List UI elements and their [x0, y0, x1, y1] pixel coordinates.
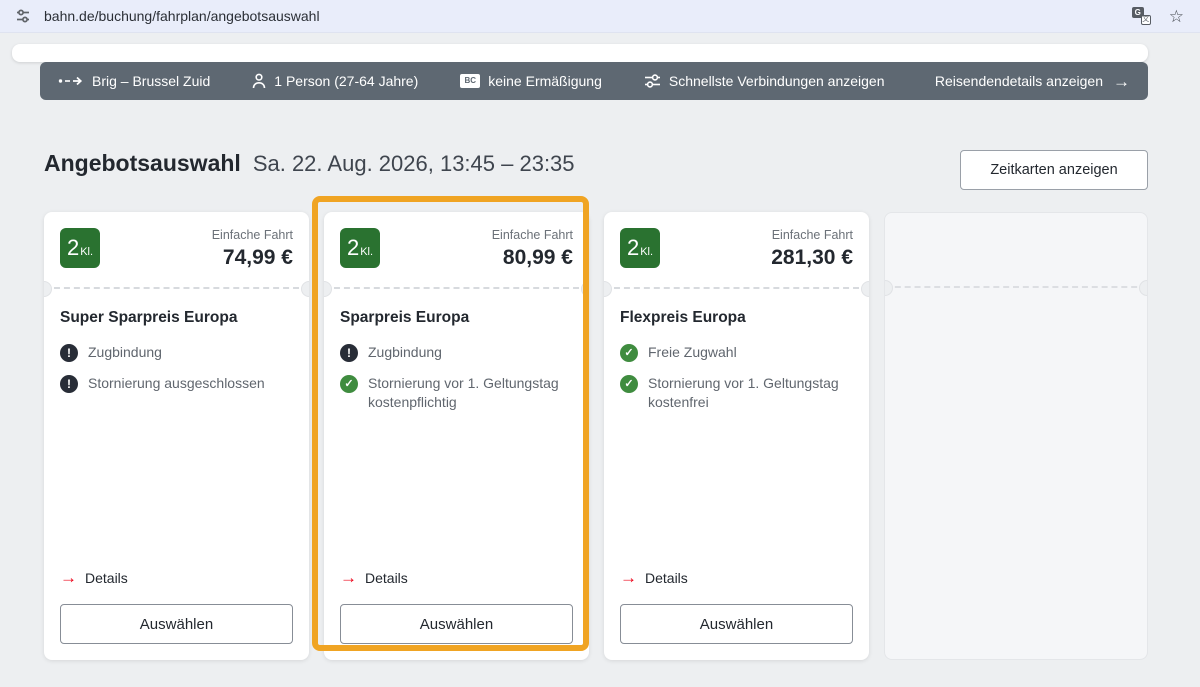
translate-icon[interactable]: G 文: [1132, 7, 1151, 25]
trip-fastest-connections[interactable]: Schnellste Verbindungen anzeigen: [644, 73, 885, 89]
check-icon: ✓: [340, 375, 358, 393]
site-settings-icon[interactable]: [14, 7, 32, 25]
offer-name: Super Sparpreis Europa: [60, 309, 293, 327]
bahncard-icon: BC: [460, 74, 480, 88]
ticket-perforation-divider: [885, 286, 1147, 288]
details-link[interactable]: → Details: [604, 569, 869, 604]
page-title: Angebotsauswahl: [44, 150, 241, 177]
trip-passengers-label: 1 Person (27-64 Jahre): [274, 73, 418, 89]
offer-card-super-sparpreis: 2 Kl. Einfache Fahrt 74,99 € Super Sparp…: [44, 212, 309, 660]
exclamation-icon: !: [340, 344, 358, 362]
ticket-perforation-divider: [604, 287, 869, 289]
season-tickets-button[interactable]: Zeitkarten anzeigen: [960, 150, 1148, 190]
arrow-right-icon: →: [340, 569, 357, 586]
fare-info: Einfache Fahrt 74,99 €: [212, 228, 293, 287]
exclamation-icon: !: [60, 344, 78, 362]
browser-url-bar[interactable]: bahn.de/buchung/fahrplan/angebotsauswahl…: [0, 0, 1200, 33]
trip-type-label: Einfache Fahrt: [771, 228, 853, 242]
card-header: 2 Kl. Einfache Fahrt 74,99 €: [44, 212, 309, 287]
card-header: 2 Kl. Einfache Fahrt 281,30 €: [604, 212, 869, 287]
card-body: Super Sparpreis Europa ! Zugbindung ! St…: [44, 289, 309, 569]
feature-text: Zugbindung: [88, 343, 162, 362]
offer-name: Sparpreis Europa: [340, 309, 573, 327]
card-body: Flexpreis Europa ✓ Freie Zugwahl ✓ Storn…: [604, 289, 869, 569]
offer-feature: ! Zugbindung: [60, 343, 293, 362]
offer-feature: ✓ Freie Zugwahl: [620, 343, 853, 362]
feature-text: Stornierung vor 1. Geltungstag kostenfre…: [648, 374, 853, 412]
offer-feature: ! Stornierung ausgeschlossen: [60, 374, 293, 393]
class-number: 2: [67, 237, 79, 259]
offer-price: 281,30 €: [771, 246, 853, 270]
arrow-right-icon: →: [60, 569, 77, 586]
card-header: 2 Kl. Einfache Fahrt 80,99 €: [324, 212, 589, 287]
class-suffix: Kl.: [80, 238, 93, 258]
offer-price: 74,99 €: [212, 246, 293, 270]
fare-info: Einfache Fahrt 281,30 €: [771, 228, 853, 287]
class-suffix: Kl.: [640, 238, 653, 258]
select-offer-button[interactable]: Auswählen: [620, 604, 853, 644]
translate-icon-char: 文: [1141, 15, 1151, 25]
ticket-perforation-divider: [44, 287, 309, 289]
feature-text: Stornierung ausgeschlossen: [88, 374, 265, 393]
class-number: 2: [627, 237, 639, 259]
trip-type-label: Einfache Fahrt: [212, 228, 293, 242]
arrow-right-icon: →: [620, 569, 637, 586]
sliders-icon: [644, 74, 661, 88]
card-body: Sparpreis Europa ! Zugbindung ✓ Stornier…: [324, 289, 589, 569]
journey-route-icon: [58, 75, 84, 87]
traveler-details-label: Reisendendetails anzeigen: [935, 73, 1103, 89]
offer-feature: ! Zugbindung: [340, 343, 573, 362]
class-suffix: Kl.: [360, 238, 373, 258]
details-label: Details: [85, 570, 128, 586]
details-label: Details: [645, 570, 688, 586]
details-link[interactable]: → Details: [324, 569, 589, 604]
class-badge: 2 Kl.: [620, 228, 660, 268]
trip-discount-label: keine Ermäßigung: [488, 73, 602, 89]
trip-discount[interactable]: BC keine Ermäßigung: [460, 73, 602, 89]
offer-price: 80,99 €: [492, 246, 573, 270]
ticket-perforation-divider: [324, 287, 589, 289]
url-text[interactable]: bahn.de/buchung/fahrplan/angebotsauswahl: [44, 8, 1132, 24]
trip-passengers[interactable]: 1 Person (27-64 Jahre): [252, 73, 418, 89]
fare-info: Einfache Fahrt 80,99 €: [492, 228, 573, 287]
trip-route-label: Brig – Brussel Zuid: [92, 73, 210, 89]
trip-type-label: Einfache Fahrt: [492, 228, 573, 242]
details-label: Details: [365, 570, 408, 586]
trip-route[interactable]: Brig – Brussel Zuid: [58, 73, 210, 89]
bookmark-star-icon[interactable]: ☆: [1169, 8, 1184, 25]
offer-feature: ✓ Stornierung vor 1. Geltungstag kostenp…: [340, 374, 573, 412]
check-icon: ✓: [620, 375, 638, 393]
offer-card-placeholder: [884, 212, 1148, 660]
person-icon: [252, 73, 266, 89]
offer-feature: ✓ Stornierung vor 1. Geltungstag kostenf…: [620, 374, 853, 412]
check-icon: ✓: [620, 344, 638, 362]
feature-text: Freie Zugwahl: [648, 343, 737, 362]
offer-card-flexpreis: 2 Kl. Einfache Fahrt 281,30 € Flexpreis …: [604, 212, 869, 660]
trip-fastest-label: Schnellste Verbindungen anzeigen: [669, 73, 885, 89]
trip-summary-bar: Brig – Brussel Zuid 1 Person (27-64 Jahr…: [40, 62, 1148, 100]
offer-card-sparpreis: 2 Kl. Einfache Fahrt 80,99 € Sparpreis E…: [324, 212, 589, 660]
class-number: 2: [347, 237, 359, 259]
class-badge: 2 Kl.: [340, 228, 380, 268]
feature-text: Zugbindung: [368, 343, 442, 362]
select-offer-button[interactable]: Auswählen: [340, 604, 573, 644]
page-title-row: Angebotsauswahl Sa. 22. Aug. 2026, 13:45…: [44, 150, 575, 177]
page-datetime: Sa. 22. Aug. 2026, 13:45 – 23:35: [253, 151, 575, 177]
offer-name: Flexpreis Europa: [620, 309, 853, 327]
arrow-right-icon: →: [1113, 73, 1130, 90]
select-offer-button[interactable]: Auswählen: [60, 604, 293, 644]
details-link[interactable]: → Details: [44, 569, 309, 604]
feature-text: Stornierung vor 1. Geltungstag kostenpfl…: [368, 374, 573, 412]
page-header-edge: [12, 44, 1148, 62]
traveler-details-link[interactable]: Reisendendetails anzeigen →: [935, 73, 1130, 90]
offer-cards-row: 2 Kl. Einfache Fahrt 74,99 € Super Sparp…: [44, 212, 1148, 660]
exclamation-icon: !: [60, 375, 78, 393]
class-badge: 2 Kl.: [60, 228, 100, 268]
